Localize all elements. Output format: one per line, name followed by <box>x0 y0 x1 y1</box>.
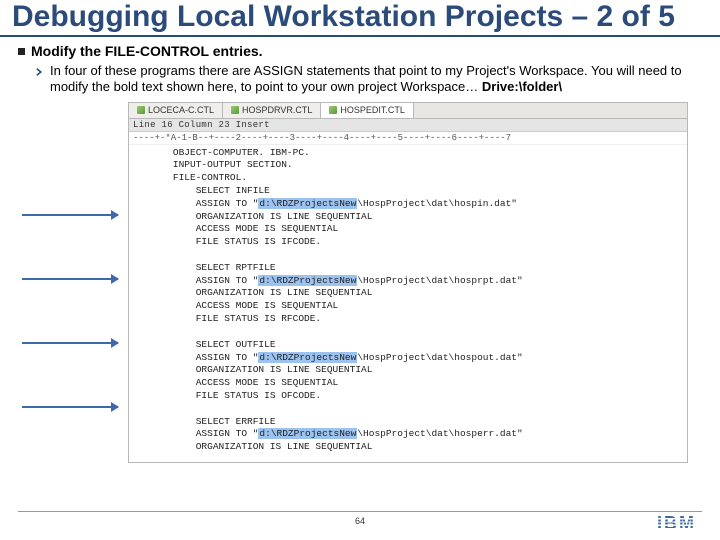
code-line: FILE-CONTROL. <box>133 172 683 185</box>
editor-ruler: ----+-*A-1-B--+----2----+----3----+----4… <box>129 132 687 145</box>
code-line <box>133 326 683 339</box>
highlighted-path: d:\RDZProjectsNew <box>258 198 357 209</box>
code-line: ORGANIZATION IS LINE SEQUENTIAL <box>133 364 683 377</box>
code-line-assign: ASSIGN TO "d:\RDZProjectsNew\HospProject… <box>133 428 683 441</box>
sub-text-bold: Drive:\folder\ <box>482 79 562 94</box>
bullet-text: Modify the FILE-CONTROL entries. <box>31 43 263 59</box>
arrow-icon <box>22 406 118 408</box>
code-line: ACCESS MODE IS SEQUENTIAL <box>133 377 683 390</box>
ibm-logo: IBM <box>657 513 696 534</box>
highlighted-path: d:\RDZProjectsNew <box>258 275 357 286</box>
file-icon <box>329 106 337 114</box>
code-line: OBJECT-COMPUTER. IBM-PC. <box>133 147 683 160</box>
code-line: INPUT-OUTPUT SECTION. <box>133 159 683 172</box>
code-line: SELECT RPTFILE <box>133 262 683 275</box>
bullet-row: Modify the FILE-CONTROL entries. <box>18 43 702 59</box>
highlighted-path: d:\RDZProjectsNew <box>258 428 357 439</box>
code-line: ACCESS MODE IS SEQUENTIAL <box>133 223 683 236</box>
code-line-assign: ASSIGN TO "d:\RDZProjectsNew\HospProject… <box>133 275 683 288</box>
code-editor: LOCECA-C.CTL HOSPDRVR.CTL HOSPEDIT.CTL L… <box>128 102 688 464</box>
chevron-icon <box>36 68 44 76</box>
page-number: 64 <box>0 516 720 526</box>
file-icon <box>137 106 145 114</box>
code-line: SELECT ERRFILE <box>133 416 683 429</box>
code-line-assign: ASSIGN TO "d:\RDZProjectsNew\HospProject… <box>133 198 683 211</box>
code-line <box>133 249 683 262</box>
code-line-assign: ASSIGN TO "d:\RDZProjectsNew\HospProject… <box>133 352 683 365</box>
code-line: FILE STATUS IS OFCODE. <box>133 390 683 403</box>
code-line: ORGANIZATION IS LINE SEQUENTIAL <box>133 441 683 454</box>
code-line: FILE STATUS IS IFCODE. <box>133 236 683 249</box>
slide-title: Debugging Local Workstation Projects – 2… <box>0 0 720 37</box>
footer-divider <box>18 511 702 512</box>
pointer-arrows <box>22 178 122 408</box>
arrow-icon <box>22 342 118 344</box>
tab-label: HOSPEDIT.CTL <box>340 105 405 115</box>
code-line <box>133 403 683 416</box>
highlighted-path: d:\RDZProjectsNew <box>258 352 357 363</box>
sub-text-prefix: In four of these programs there are ASSI… <box>50 63 682 94</box>
code-area: OBJECT-COMPUTER. IBM-PC. INPUT-OUTPUT SE… <box>129 145 687 463</box>
editor-tabs: LOCECA-C.CTL HOSPDRVR.CTL HOSPEDIT.CTL <box>129 103 687 119</box>
file-icon <box>231 106 239 114</box>
arrow-icon <box>22 278 118 280</box>
sub-bullet-text: In four of these programs there are ASSI… <box>50 63 702 96</box>
code-line: ORGANIZATION IS LINE SEQUENTIAL <box>133 287 683 300</box>
code-line: ORGANIZATION IS LINE SEQUENTIAL <box>133 211 683 224</box>
code-line: SELECT OUTFILE <box>133 339 683 352</box>
bullet-square-icon <box>18 48 25 55</box>
tab-label: HOSPDRVR.CTL <box>242 105 312 115</box>
arrow-icon <box>22 214 118 216</box>
editor-tab[interactable]: HOSPEDIT.CTL <box>321 103 414 118</box>
code-line: SELECT INFILE <box>133 185 683 198</box>
code-line: FILE STATUS IS RFCODE. <box>133 313 683 326</box>
editor-status-line: Line 16 Column 23 Insert <box>129 119 687 132</box>
editor-tab[interactable]: LOCECA-C.CTL <box>129 103 223 118</box>
tab-label: LOCECA-C.CTL <box>148 105 214 115</box>
editor-tab[interactable]: HOSPDRVR.CTL <box>223 103 321 118</box>
code-line: ACCESS MODE IS SEQUENTIAL <box>133 300 683 313</box>
sub-bullet-row: In four of these programs there are ASSI… <box>36 63 702 96</box>
